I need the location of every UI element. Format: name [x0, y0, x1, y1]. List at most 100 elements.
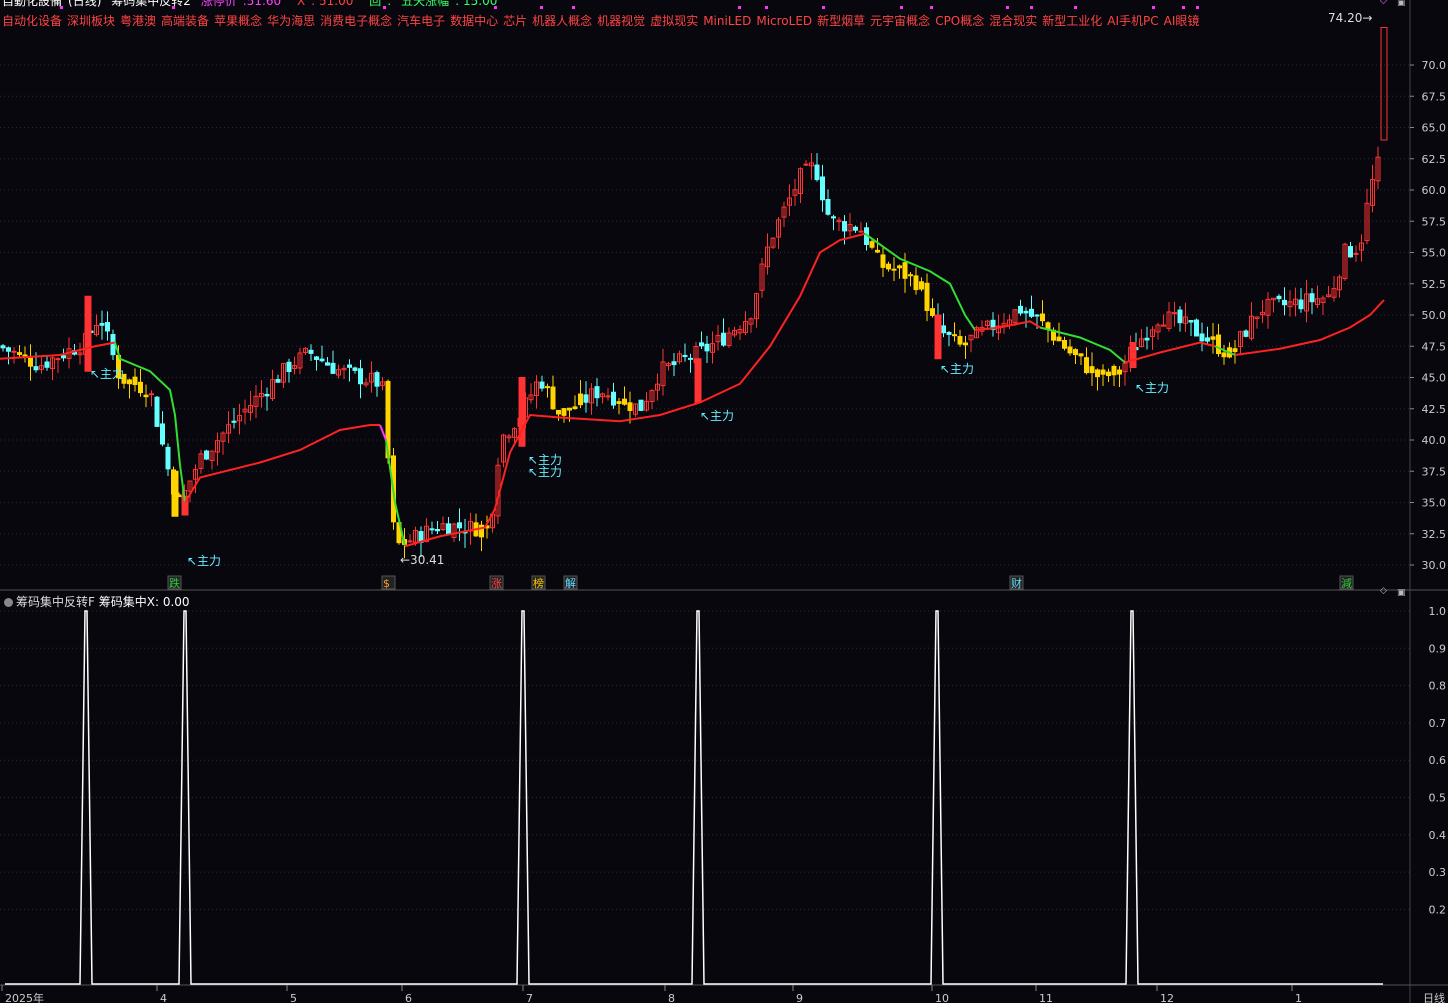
candle-body [1243, 330, 1249, 337]
period-button[interactable]: 日线 [1423, 991, 1445, 1003]
candle-body [17, 352, 22, 355]
price-axis-label: 35.0 [1422, 497, 1447, 510]
candle-body [55, 358, 61, 361]
candle-body [264, 393, 270, 397]
price-axis-label: 45.0 [1422, 372, 1447, 385]
signal-dot [822, 6, 825, 9]
candle-body [1221, 352, 1227, 358]
candle-body-large [934, 314, 942, 360]
candle-body [1172, 312, 1177, 315]
price-axis-label: 52.5 [1422, 278, 1447, 291]
candle-body [704, 343, 710, 352]
candle-body [831, 216, 836, 219]
candle-body [627, 402, 633, 411]
collapse-circle-icon[interactable] [4, 598, 13, 607]
price-axis-label: 47.5 [1422, 340, 1447, 353]
candle-body [154, 396, 160, 427]
candle-body [1040, 313, 1045, 322]
signal-dot [930, 6, 933, 9]
time-axis-label: 10 [935, 992, 949, 1003]
candle-body [132, 376, 138, 386]
candle-body [231, 420, 237, 423]
candle-body [1067, 346, 1073, 354]
candle-body [902, 262, 908, 279]
subpanel-diamond-icon[interactable]: ◇ [1380, 586, 1387, 596]
ma-line-up [404, 232, 866, 548]
candle-body-large [694, 358, 702, 403]
time-axis-label: 8 [668, 992, 675, 1003]
candle-body [550, 386, 556, 410]
candle-body [325, 362, 330, 366]
panel-toggle-icon[interactable]: ▣ [1397, 0, 1406, 8]
candle-body [44, 361, 50, 368]
candle-body [1078, 353, 1084, 357]
time-axis-label: 9 [796, 992, 803, 1003]
main-force-label: ↖主力 [187, 554, 221, 568]
candle-body [1100, 369, 1106, 375]
candle-body [858, 230, 864, 233]
candle-body-large [1380, 27, 1388, 141]
candle-body [1089, 366, 1095, 374]
event-marker[interactable]: 跌 [169, 576, 180, 590]
candle-body [924, 282, 930, 311]
event-marker[interactable]: 财 [1011, 576, 1022, 590]
candle-body [1062, 339, 1067, 349]
candle-body-large [1129, 342, 1137, 368]
event-marker[interactable]: 解 [565, 576, 576, 590]
main-force-label: ↖主力 [528, 465, 562, 479]
price-axis-label: 57.5 [1422, 215, 1447, 228]
signal-dot [572, 6, 575, 9]
ma-line-turn [379, 424, 387, 441]
signal-dot [1006, 6, 1009, 9]
main-force-label: ↖主力 [940, 362, 974, 376]
event-marker[interactable]: $ [383, 577, 390, 590]
candle-body [913, 275, 919, 291]
candle-body [1111, 365, 1117, 376]
settings-diamond-icon[interactable]: ◇ [1380, 0, 1387, 6]
candle-body [671, 361, 677, 366]
candle-body [165, 446, 171, 470]
candle-body [407, 540, 413, 543]
event-marker[interactable]: 涨 [491, 577, 502, 590]
time-axis-label: 12 [1160, 992, 1174, 1003]
subpanel-toggle-icon[interactable]: ▣ [1397, 588, 1406, 598]
candle-body [6, 347, 11, 352]
indicator-axis-label: 0.9 [1429, 642, 1447, 655]
main-force-label: ↖主力 [90, 367, 124, 381]
indicator-series-value: 0.00 [162, 595, 190, 609]
candle-body [803, 163, 809, 166]
candle-body [1298, 299, 1304, 310]
indicator-panel-name[interactable]: 筹码集中反转F [16, 595, 95, 609]
candle-body [1282, 299, 1287, 306]
candle-body [1216, 334, 1221, 355]
time-axis-label: 7 [526, 992, 533, 1003]
chart-svg: 70.0 67.5 65.0 62.5 60.0 57.5 55.0 52.5 50.0 47.5… [0, 0, 1448, 1003]
price-axis-label: 32.5 [1422, 528, 1447, 541]
signal-dot [765, 6, 768, 9]
candle-body [1353, 252, 1359, 255]
candle-body [1276, 295, 1282, 300]
candle-body [204, 450, 209, 460]
indicator-series-label: 筹码集中X: [98, 595, 159, 609]
candle-body [347, 364, 352, 368]
indicator-axis-label: 0.7 [1429, 717, 1447, 730]
candle-body [594, 386, 600, 399]
time-axis-label: 6 [405, 992, 412, 1003]
candle-body [556, 409, 561, 415]
candle-body [374, 372, 380, 387]
candle-body [561, 408, 567, 416]
candle-body [11, 350, 17, 353]
event-marker[interactable]: 榜 [533, 576, 544, 590]
indicator-axis-label: 1.0 [1429, 605, 1447, 618]
candle-body [1018, 305, 1023, 314]
candle-body [149, 393, 154, 396]
price-axis-label: 40.0 [1422, 434, 1447, 447]
indicator-axis-label: 0.2 [1429, 903, 1447, 916]
candle-body [853, 226, 858, 231]
candle-body [314, 356, 319, 361]
candle-body [1188, 320, 1194, 323]
price-axis-label: 60.0 [1422, 184, 1447, 197]
candle-body [908, 274, 913, 277]
event-marker[interactable]: 減 [1341, 576, 1352, 590]
candle-body [1106, 371, 1111, 377]
